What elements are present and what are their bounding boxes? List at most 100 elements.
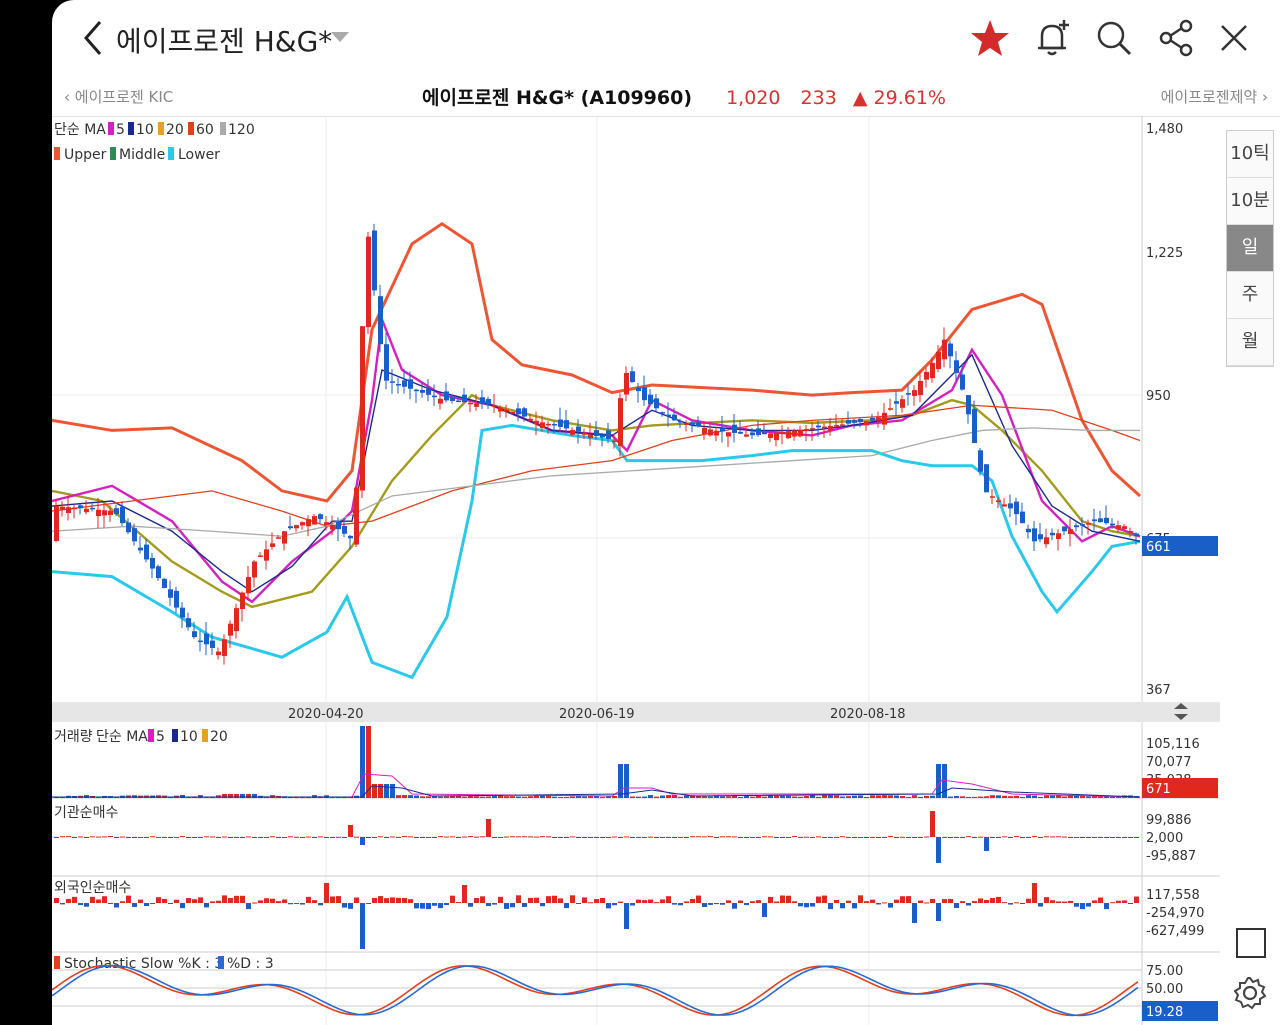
volume-bar bbox=[1110, 796, 1115, 798]
volume-bar bbox=[906, 796, 911, 798]
volume-bar bbox=[972, 796, 977, 798]
foreign-bar bbox=[576, 903, 581, 904]
institution-bar bbox=[228, 837, 233, 838]
institution-bar bbox=[960, 837, 965, 838]
volume-bar bbox=[858, 795, 863, 798]
foreign-bar bbox=[120, 901, 125, 903]
foreign-bar bbox=[690, 898, 695, 903]
foreign-bar bbox=[900, 896, 905, 903]
institution-bar bbox=[216, 837, 221, 838]
institution-bar bbox=[1122, 837, 1127, 838]
institution-bar bbox=[636, 836, 641, 838]
period-tab-month[interactable]: 월 bbox=[1227, 319, 1273, 366]
volume-bar bbox=[642, 796, 647, 798]
price-panel bbox=[52, 116, 1143, 1025]
bollinger-upper-line bbox=[52, 221, 1142, 503]
period-tab-day[interactable]: 일 bbox=[1227, 225, 1273, 272]
foreign-y-tick: 117,558 bbox=[1146, 888, 1200, 903]
candle-body bbox=[1086, 523, 1091, 525]
candle-body bbox=[528, 418, 533, 421]
candle-body bbox=[1110, 523, 1115, 526]
candle-body bbox=[174, 590, 179, 608]
foreign-bar bbox=[1026, 898, 1031, 903]
candle-body bbox=[222, 639, 227, 656]
stock-title[interactable]: 에이프로젠 H&G* bbox=[116, 20, 332, 60]
foreign-bar bbox=[828, 903, 833, 910]
foreign-bar bbox=[420, 903, 425, 909]
share-icon[interactable] bbox=[1154, 16, 1198, 60]
foreign-bar bbox=[282, 899, 287, 903]
candle-body bbox=[798, 429, 803, 437]
foreign-bar bbox=[912, 903, 917, 923]
foreign-bar bbox=[54, 897, 59, 903]
foreign-bar bbox=[906, 896, 911, 903]
volume-bar bbox=[498, 795, 503, 798]
candle-body bbox=[720, 428, 725, 432]
candle-body bbox=[978, 450, 983, 472]
institution-bar bbox=[936, 837, 941, 863]
fullscreen-toggle-icon[interactable] bbox=[1236, 928, 1266, 958]
institution-bar bbox=[312, 837, 317, 838]
institution-bar bbox=[186, 837, 191, 838]
volume-bar bbox=[1014, 795, 1019, 798]
candle-body bbox=[312, 516, 317, 525]
chart-area[interactable]: 단순 MA 5 10 20 60 120 Upper Middle Lower … bbox=[52, 116, 1220, 1025]
middle-swatch bbox=[110, 147, 116, 160]
foreign-bar bbox=[342, 903, 347, 908]
volume-bar bbox=[612, 795, 617, 798]
candle-body bbox=[1104, 517, 1109, 524]
candle-body bbox=[108, 510, 113, 515]
institution-bar bbox=[1128, 837, 1133, 838]
candle-body bbox=[564, 420, 569, 429]
back-icon[interactable] bbox=[74, 16, 114, 60]
candle-body bbox=[1050, 532, 1055, 536]
foreign-bar bbox=[654, 902, 659, 904]
stoch-k-swatch bbox=[54, 956, 60, 969]
period-tab-10tick[interactable]: 10틱 bbox=[1227, 131, 1273, 178]
foreign-bar bbox=[930, 898, 935, 903]
candle-body bbox=[450, 397, 455, 401]
candle-body bbox=[378, 296, 383, 345]
candle-body bbox=[462, 394, 467, 403]
candle-body bbox=[486, 399, 491, 405]
foreign-bar bbox=[672, 903, 677, 905]
stock-chart-screen: 에이프로젠 H&G* ‹ 에이프로젠 KIC 에이프로젠 H&G* (A1099… bbox=[52, 0, 1280, 1025]
foreign-bar bbox=[96, 899, 101, 903]
candle-body bbox=[348, 535, 353, 539]
vol-ma10-swatch bbox=[172, 729, 178, 742]
prev-stock-link[interactable]: ‹ 에이프로젠 KIC bbox=[64, 86, 173, 107]
institution-bar bbox=[564, 837, 569, 838]
period-tab-week[interactable]: 주 bbox=[1227, 272, 1273, 319]
ma-prefix-label: 단순 MA bbox=[54, 122, 106, 138]
volume-bar bbox=[846, 796, 851, 798]
institution-bar bbox=[738, 837, 743, 838]
close-icon[interactable] bbox=[1212, 16, 1256, 60]
institution-bar bbox=[624, 836, 629, 838]
dropdown-caret-icon[interactable] bbox=[330, 30, 350, 44]
vol-ma20-swatch bbox=[202, 729, 208, 742]
institution-bar bbox=[246, 836, 251, 838]
foreign-bar bbox=[696, 895, 701, 903]
institution-bar bbox=[198, 837, 203, 838]
volume-bar bbox=[1056, 795, 1061, 798]
institution-bar bbox=[264, 837, 269, 838]
institution-bar bbox=[378, 836, 383, 838]
add-alarm-bell-icon[interactable] bbox=[1030, 16, 1074, 60]
candle-body bbox=[750, 432, 755, 436]
search-icon[interactable] bbox=[1092, 16, 1136, 60]
gear-icon[interactable] bbox=[1232, 975, 1268, 1011]
foreign-title: 외국인순매수 bbox=[54, 880, 131, 896]
candle-body bbox=[882, 412, 887, 425]
volume-bar bbox=[798, 796, 803, 798]
foreign-bar bbox=[840, 903, 845, 909]
next-stock-link[interactable]: 에이프로젠제약 › bbox=[1161, 86, 1268, 107]
institution-bar bbox=[972, 837, 977, 838]
candle-body bbox=[366, 236, 371, 328]
volume-bar bbox=[558, 796, 563, 798]
candle-body bbox=[816, 425, 821, 428]
institution-bar bbox=[900, 836, 905, 838]
period-tab-10min[interactable]: 10분 bbox=[1227, 178, 1273, 225]
candle-body bbox=[756, 428, 761, 435]
favorite-star-icon[interactable] bbox=[968, 16, 1012, 60]
foreign-bar bbox=[714, 903, 719, 905]
